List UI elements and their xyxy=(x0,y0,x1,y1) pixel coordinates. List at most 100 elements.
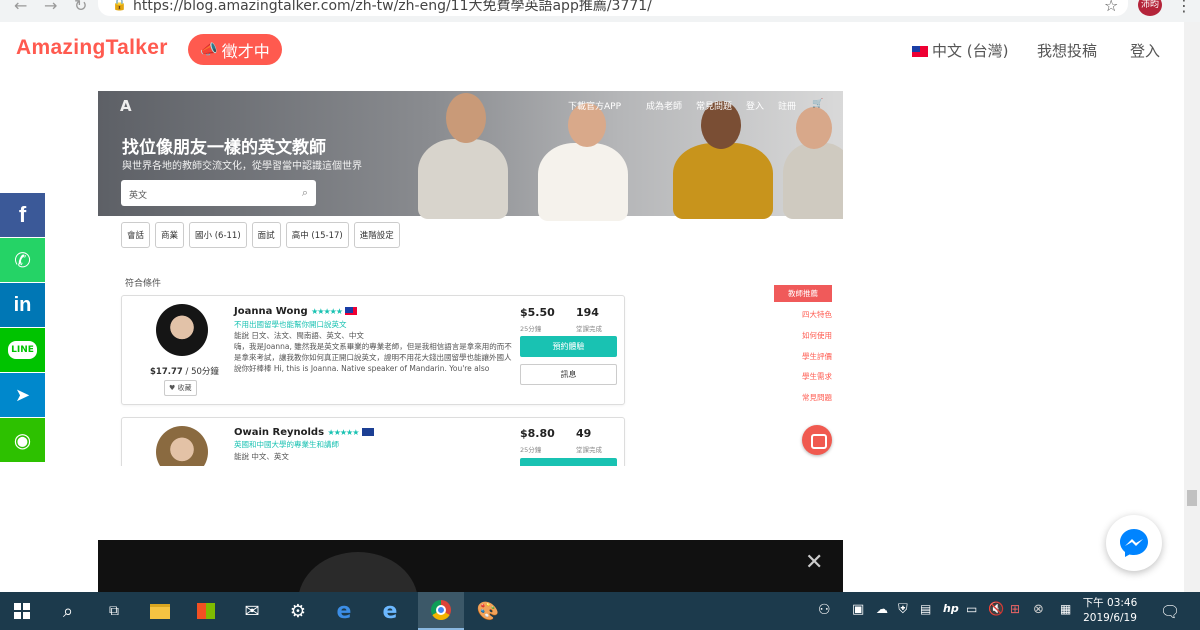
rating-stars: ★★★★★ xyxy=(311,307,343,316)
login-link[interactable]: 登入 xyxy=(1130,40,1160,61)
filter-chip[interactable]: 國小 (6-11) xyxy=(189,222,247,248)
cloud-icon[interactable]: ☁ xyxy=(876,602,888,616)
filter-chip[interactable]: 會話 xyxy=(121,222,151,248)
embedded-screenshot: A 下載官方APP 成為老師 常見問題 登入 註冊 🛒 找位像朋友一樣的英文教師… xyxy=(98,91,843,466)
sidenav-recommended[interactable]: 教師推薦 xyxy=(774,285,832,302)
hiring-button[interactable]: 📣 徵才中 xyxy=(188,34,282,65)
calendar-icon[interactable]: ▦ xyxy=(1060,602,1071,616)
site-logo[interactable]: A xyxy=(120,97,132,115)
price-unit: 25分鐘 xyxy=(520,446,542,454)
facebook-icon: f xyxy=(18,202,27,227)
volume-muted-icon[interactable]: 🔇 xyxy=(988,602,1004,617)
back-icon[interactable]: ← xyxy=(14,0,27,15)
search-icon[interactable]: ⌕ xyxy=(302,186,308,200)
filter-chip[interactable]: 面試 xyxy=(251,222,281,248)
clock-date: 2019/6/19 xyxy=(1083,612,1137,624)
wechat-share-button[interactable]: ◉ xyxy=(0,418,45,462)
start-button[interactable] xyxy=(0,592,44,630)
windows-taskbar: ⌕ ⧉ ✉ ⚙ e e 🎨 ⚇ ▣ ☁ ⛨ ▤ hp ▭ 🔇 ⊞ ⊗ ▦ 下午 … xyxy=(0,592,1200,630)
people-icon[interactable]: ⚇ xyxy=(818,602,831,618)
browser-menu-icon[interactable]: ⋮ xyxy=(1176,0,1192,15)
paint-icon[interactable]: 🎨 xyxy=(466,592,510,630)
whatsapp-share-button[interactable]: ✆ xyxy=(0,238,45,282)
close-circle-icon[interactable]: ⊗ xyxy=(1033,602,1044,617)
sidenav-features[interactable]: 四大特色 xyxy=(774,309,832,320)
chrome-icon[interactable] xyxy=(418,592,464,630)
lessons-count: 194 xyxy=(576,306,599,319)
sidenav-needs[interactable]: 學生需求 xyxy=(774,371,832,382)
input-method-icon[interactable]: ⊞ xyxy=(1010,602,1020,616)
shield-icon[interactable]: ⛨ xyxy=(898,602,908,617)
close-icon[interactable]: ✕ xyxy=(805,550,823,575)
scrollbar-thumb[interactable] xyxy=(1187,490,1197,506)
telegram-icon: ➤ xyxy=(14,384,31,406)
uk-flag-icon xyxy=(361,428,374,436)
cart-icon[interactable]: 🛒 xyxy=(812,99,823,109)
teacher-name[interactable]: Owain Reynolds ★★★★★ xyxy=(234,427,374,438)
file-explorer-icon[interactable] xyxy=(138,592,182,630)
contribute-link[interactable]: 我想投稿 xyxy=(1037,40,1097,61)
reload-icon[interactable]: ↻ xyxy=(74,0,87,15)
task-view-icon[interactable]: ⧉ xyxy=(92,592,136,630)
forward-icon[interactable]: → xyxy=(44,0,57,15)
teacher-name[interactable]: Joanna Wong ★★★★★ xyxy=(234,306,361,317)
teacher-search-input[interactable]: 英文 ⌕ xyxy=(121,180,316,206)
nav-register[interactable]: 註冊 xyxy=(778,99,796,112)
favorite-button[interactable]: ♥ 收藏 xyxy=(164,380,197,396)
megaphone-icon: 📣 xyxy=(200,41,218,58)
windows-logo-icon xyxy=(14,603,30,619)
settings-gear-icon[interactable]: ⚙ xyxy=(276,592,320,630)
teacher-avatar[interactable] xyxy=(156,304,208,356)
notifications-icon[interactable]: 🗨 xyxy=(1160,602,1180,621)
chat-bubble-icon[interactable] xyxy=(802,425,832,455)
url-text[interactable]: https://blog.amazingtalker.com/zh-tw/zh-… xyxy=(133,0,652,15)
internet-explorer-icon[interactable]: e xyxy=(368,592,412,630)
rating-stars: ★★★★★ xyxy=(327,428,360,437)
page-scrollbar[interactable] xyxy=(1184,22,1200,592)
teacher-avatar[interactable] xyxy=(156,426,208,466)
hp-icon[interactable]: hp xyxy=(943,602,959,615)
tray-app-icon[interactable]: ▤ xyxy=(920,602,931,616)
nav-faq[interactable]: 常見問題 xyxy=(696,99,732,112)
taiwan-flag-icon xyxy=(912,46,928,57)
store-icon[interactable] xyxy=(184,592,228,630)
taskbar-clock[interactable]: 下午 03:46 2019/6/19 xyxy=(1080,596,1140,626)
filter-chips: 會話 商業 國小 (6-11) 面試 高中 (15-17) 進階設定 xyxy=(121,222,400,248)
nav-become-teacher[interactable]: 成為老師 xyxy=(646,99,682,112)
search-value: 英文 xyxy=(129,191,148,201)
sidenav-faq[interactable]: 常見問題 xyxy=(774,392,832,403)
book-trial-button[interactable]: 預約體驗 xyxy=(520,336,617,357)
person-head xyxy=(446,93,486,143)
messenger-button[interactable] xyxy=(1106,515,1162,571)
teacher-card[interactable]: Owain Reynolds ★★★★★ 英國和中國大學的專業生和講師 能說 中… xyxy=(121,417,625,466)
person-figure xyxy=(673,143,773,219)
telegram-share-button[interactable]: ➤ xyxy=(0,373,45,417)
edge-icon[interactable]: e xyxy=(322,592,366,630)
nav-login[interactable]: 登入 xyxy=(746,99,764,112)
advanced-settings-chip[interactable]: 進階設定 xyxy=(353,222,400,248)
language-selector[interactable]: 中文 (台灣) xyxy=(912,40,1008,61)
search-taskbar-icon[interactable]: ⌕ xyxy=(46,592,90,630)
hero-title: 找位像朋友一樣的英文教師 xyxy=(122,138,326,158)
filter-chip[interactable]: 高中 (15-17) xyxy=(285,222,349,248)
hero-banner: A 下載官方APP 成為老師 常見問題 登入 註冊 🛒 找位像朋友一樣的英文教師… xyxy=(98,91,843,221)
sidenav-reviews[interactable]: 學生評價 xyxy=(774,351,832,362)
book-trial-button[interactable] xyxy=(520,458,617,466)
teacher-languages: 能說 日文、法文、閩南語、英文、中文 xyxy=(234,331,364,340)
brand-logo[interactable]: AmazingTalker xyxy=(16,36,168,60)
sidenav-how-to-use[interactable]: 如何使用 xyxy=(774,330,832,341)
profile-avatar[interactable]: 沛昀 xyxy=(1138,0,1162,16)
teacher-card[interactable]: $17.77 / 50分鐘 ♥ 收藏 Joanna Wong ★★★★★ 不用出… xyxy=(121,295,625,405)
linkedin-share-button[interactable]: in xyxy=(0,283,45,327)
network-icon[interactable]: ▭ xyxy=(966,602,977,616)
clock-time: 下午 03:46 xyxy=(1082,597,1138,609)
nav-download-app[interactable]: 下載官方APP xyxy=(568,99,621,112)
mail-icon[interactable]: ✉ xyxy=(230,592,274,630)
message-button[interactable]: 訊息 xyxy=(520,364,617,385)
line-share-button[interactable]: LINE xyxy=(0,328,45,372)
filter-chip[interactable]: 商業 xyxy=(155,222,185,248)
bookmark-star-icon[interactable]: ☆ xyxy=(1104,0,1118,15)
display-icon[interactable]: ▣ xyxy=(852,602,864,617)
facebook-share-button[interactable]: f xyxy=(0,193,45,237)
lock-icon: 🔒 xyxy=(112,0,127,11)
